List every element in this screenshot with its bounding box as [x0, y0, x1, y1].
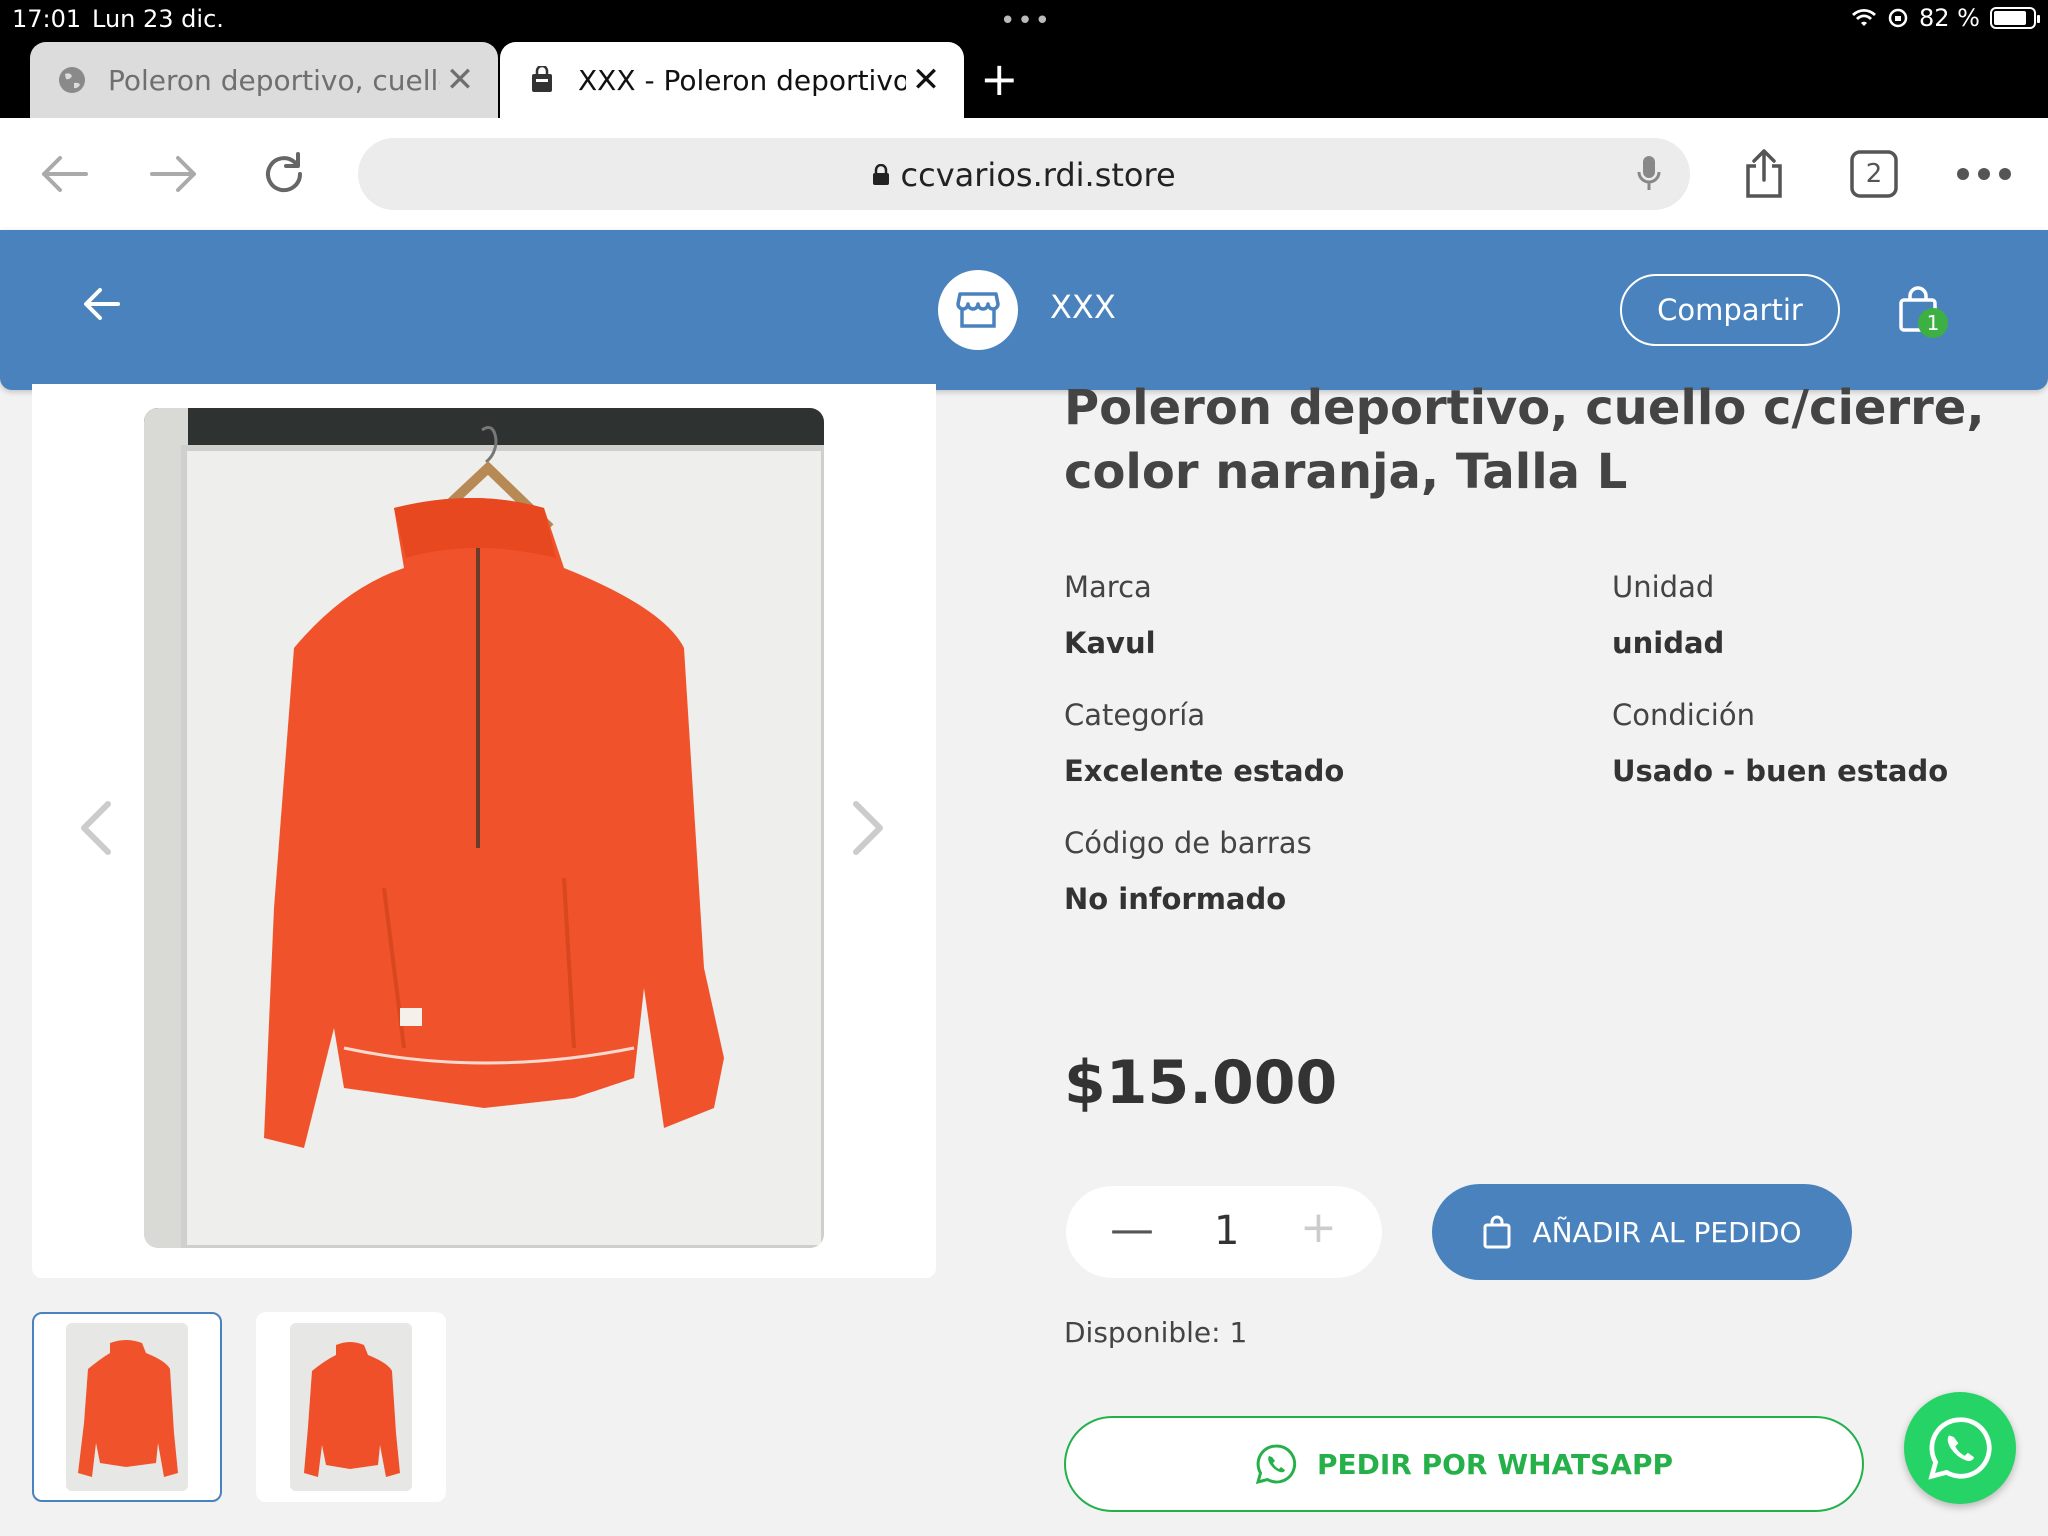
tabs-overview-button[interactable]: 2 — [1844, 148, 1904, 200]
arrow-left-icon[interactable] — [82, 286, 122, 326]
screen: 17:01 Lun 23 dic. ••• 82 % Poleron depor… — [0, 0, 2048, 1536]
product-photo[interactable] — [144, 408, 824, 1248]
attr-label-categoria: Categoría — [1064, 698, 1206, 732]
reload-icon[interactable] — [254, 148, 314, 200]
whatsapp-order-label: PEDIR POR WHATSAPP — [1316, 1447, 1674, 1481]
status-right: 82 % — [1851, 4, 2040, 32]
attr-label-unidad: Unidad — [1612, 570, 1715, 604]
browser-tab-1[interactable]: Poleron deportivo, cuello ✕ — [30, 42, 498, 118]
availability-text: Disponible: 1 — [1064, 1316, 1248, 1349]
attr-value-barcode: No informado — [1064, 882, 1287, 916]
increase-quantity-icon[interactable]: + — [1300, 1202, 1337, 1253]
whatsapp-floating-button[interactable] — [1904, 1392, 2016, 1504]
microphone-icon[interactable] — [1636, 154, 1662, 198]
store-logo[interactable] — [938, 270, 1018, 350]
thumbnail-2[interactable] — [256, 1312, 446, 1502]
attr-label-condicion: Condición — [1612, 698, 1755, 732]
url-display: ccvarios.rdi.store — [358, 156, 1690, 194]
quantity-value[interactable]: 1 — [1214, 1208, 1239, 1254]
chevron-right-icon[interactable] — [850, 800, 886, 860]
url-text: ccvarios.rdi.store — [900, 156, 1176, 194]
attr-label-barcode: Código de barras — [1064, 826, 1312, 860]
attr-label-marca: Marca — [1064, 570, 1152, 604]
thumbnail-image — [66, 1323, 188, 1491]
chevron-left-icon[interactable] — [78, 800, 114, 860]
multitasking-dots-icon[interactable]: ••• — [1000, 6, 1052, 36]
decrease-quantity-icon[interactable]: — — [1110, 1204, 1154, 1255]
product-price: $15.000 — [1064, 1048, 1338, 1118]
battery-percent: 82 % — [1919, 4, 1980, 32]
add-to-order-button[interactable]: AÑADIR AL PEDIDO — [1432, 1184, 1852, 1280]
orientation-lock-icon — [1888, 8, 1908, 28]
quantity-stepper: — 1 + — [1066, 1186, 1382, 1278]
more-options-icon[interactable] — [1954, 148, 2014, 200]
back-arrow-icon[interactable] — [34, 148, 94, 200]
share-button[interactable]: Compartir — [1620, 274, 1840, 346]
share-icon[interactable] — [1734, 148, 1794, 200]
thumbnail-1[interactable] — [32, 1312, 222, 1502]
store-header: XXX Compartir 1 — [0, 230, 2048, 390]
tab-count: 2 — [1865, 159, 1883, 189]
product-title: Poleron deportivo, cuello c/cierre, colo… — [1064, 380, 1985, 500]
tab-title: Poleron deportivo, cuello — [108, 63, 440, 97]
attr-value-marca: Kavul — [1064, 626, 1156, 660]
new-tab-icon[interactable]: + — [980, 52, 1019, 106]
attr-value-condicion: Usado - buen estado — [1612, 754, 1949, 788]
browser-toolbar: ccvarios.rdi.store 2 — [0, 118, 2048, 230]
cart-count-badge: 1 — [1918, 308, 1948, 338]
whatsapp-icon — [1255, 1444, 1297, 1485]
browser-tab-2[interactable]: XXX - Poleron deportivo, ✕ — [500, 42, 964, 118]
tab-title: XXX - Poleron deportivo, — [578, 63, 906, 97]
wifi-icon — [1852, 9, 1877, 26]
status-date: Lun 23 dic. — [92, 5, 224, 33]
battery-icon — [1990, 7, 2040, 29]
store-name[interactable]: XXX — [1050, 288, 1116, 326]
close-tab-icon[interactable]: ✕ — [906, 60, 946, 100]
address-bar[interactable]: ccvarios.rdi.store — [358, 138, 1690, 210]
status-bar: 17:01 Lun 23 dic. ••• 82 % — [0, 0, 2048, 40]
tab-strip: Poleron deportivo, cuello ✕ XXX - Polero… — [0, 40, 2048, 118]
shopping-bag-icon — [1483, 1215, 1511, 1249]
status-time: 17:01 — [12, 5, 82, 33]
globe-icon — [56, 64, 88, 96]
add-to-order-label: AÑADIR AL PEDIDO — [1532, 1215, 1802, 1249]
lock-icon — [872, 156, 900, 194]
whatsapp-order-button[interactable]: PEDIR POR WHATSAPP — [1064, 1416, 1864, 1512]
close-tab-icon[interactable]: ✕ — [440, 60, 480, 100]
shopping-bag-icon — [526, 64, 558, 96]
thumbnail-image — [290, 1323, 412, 1491]
attr-value-unidad: unidad — [1612, 626, 1725, 660]
forward-arrow-icon[interactable] — [144, 148, 204, 200]
whatsapp-icon — [1928, 1417, 1992, 1480]
storefront-icon — [956, 292, 1000, 328]
attr-value-categoria: Excelente estado — [1064, 754, 1345, 788]
